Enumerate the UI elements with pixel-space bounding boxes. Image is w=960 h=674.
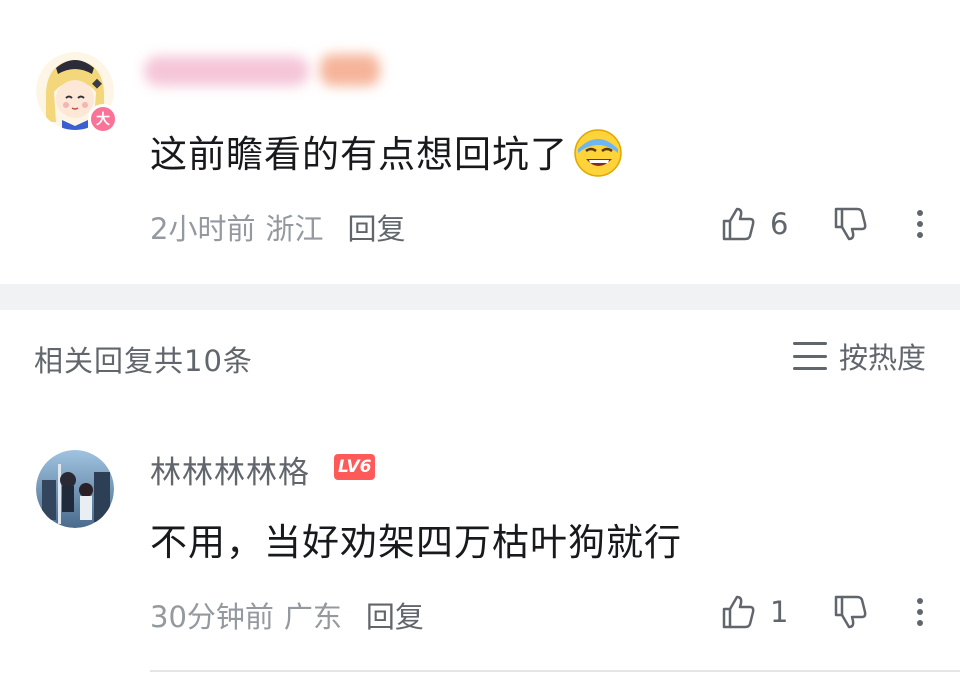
post-time: 30分钟前 — [150, 600, 274, 634]
thumbs-down-icon[interactable] — [830, 204, 870, 244]
grinning-sweat-emoji-icon — [572, 127, 624, 179]
comment-actions: 1 — [718, 590, 930, 634]
main-comment: 大 这前瞻看的有点想回坑了 2小时前 浙江 回复 6 — [0, 0, 960, 284]
avatar[interactable] — [36, 450, 114, 528]
thumbs-down-icon[interactable] — [830, 592, 870, 632]
comment-text-content: 这前瞻看的有点想回坑了 — [150, 133, 568, 176]
replies-count-title: 相关回复共10条 — [34, 344, 253, 378]
username-text: 林林林林格 — [150, 455, 310, 491]
divider-line — [150, 670, 960, 672]
vip-badge: 大 — [88, 104, 118, 134]
blurred-username[interactable] — [144, 48, 394, 92]
username[interactable]: 林林林林格 — [150, 447, 310, 492]
ip-region: 广东 — [283, 600, 342, 634]
comment-meta: 30分钟前 广东 回复 — [150, 594, 424, 636]
ip-region: 浙江 — [265, 212, 324, 246]
comment-actions: 6 — [718, 202, 930, 246]
comment-text: 不用，当好劝架四万枯叶狗就行 — [150, 521, 682, 564]
blur-block — [320, 54, 380, 86]
thumbs-up-icon[interactable] — [718, 204, 758, 244]
comment-meta: 2小时前 浙江 回复 — [150, 206, 405, 248]
comment-text: 这前瞻看的有点想回坑了 — [150, 124, 624, 179]
thumbs-up-icon[interactable] — [718, 592, 758, 632]
level-badge: LV6 — [334, 454, 376, 480]
section-divider — [0, 284, 960, 310]
blur-block — [144, 56, 309, 86]
replies-header: 相关回复共10条 按热度 — [0, 310, 960, 402]
reply-button[interactable]: 回复 — [366, 600, 424, 634]
reply-comment: 林林林林格 LV6 不用，当好劝架四万枯叶狗就行 30分钟前 广东 回复 1 — [0, 430, 960, 674]
sort-by-hot-button[interactable]: 按热度 — [792, 336, 926, 376]
post-time: 2小时前 — [150, 212, 256, 246]
more-options-icon[interactable] — [910, 204, 930, 244]
sort-lines-icon — [792, 342, 827, 370]
more-options-icon[interactable] — [910, 592, 930, 632]
anime-scene-avatar-image — [36, 450, 114, 528]
sort-label: 按热度 — [838, 341, 926, 375]
like-count: 1 — [770, 595, 789, 629]
like-count: 6 — [770, 207, 789, 241]
reply-button[interactable]: 回复 — [347, 212, 405, 246]
